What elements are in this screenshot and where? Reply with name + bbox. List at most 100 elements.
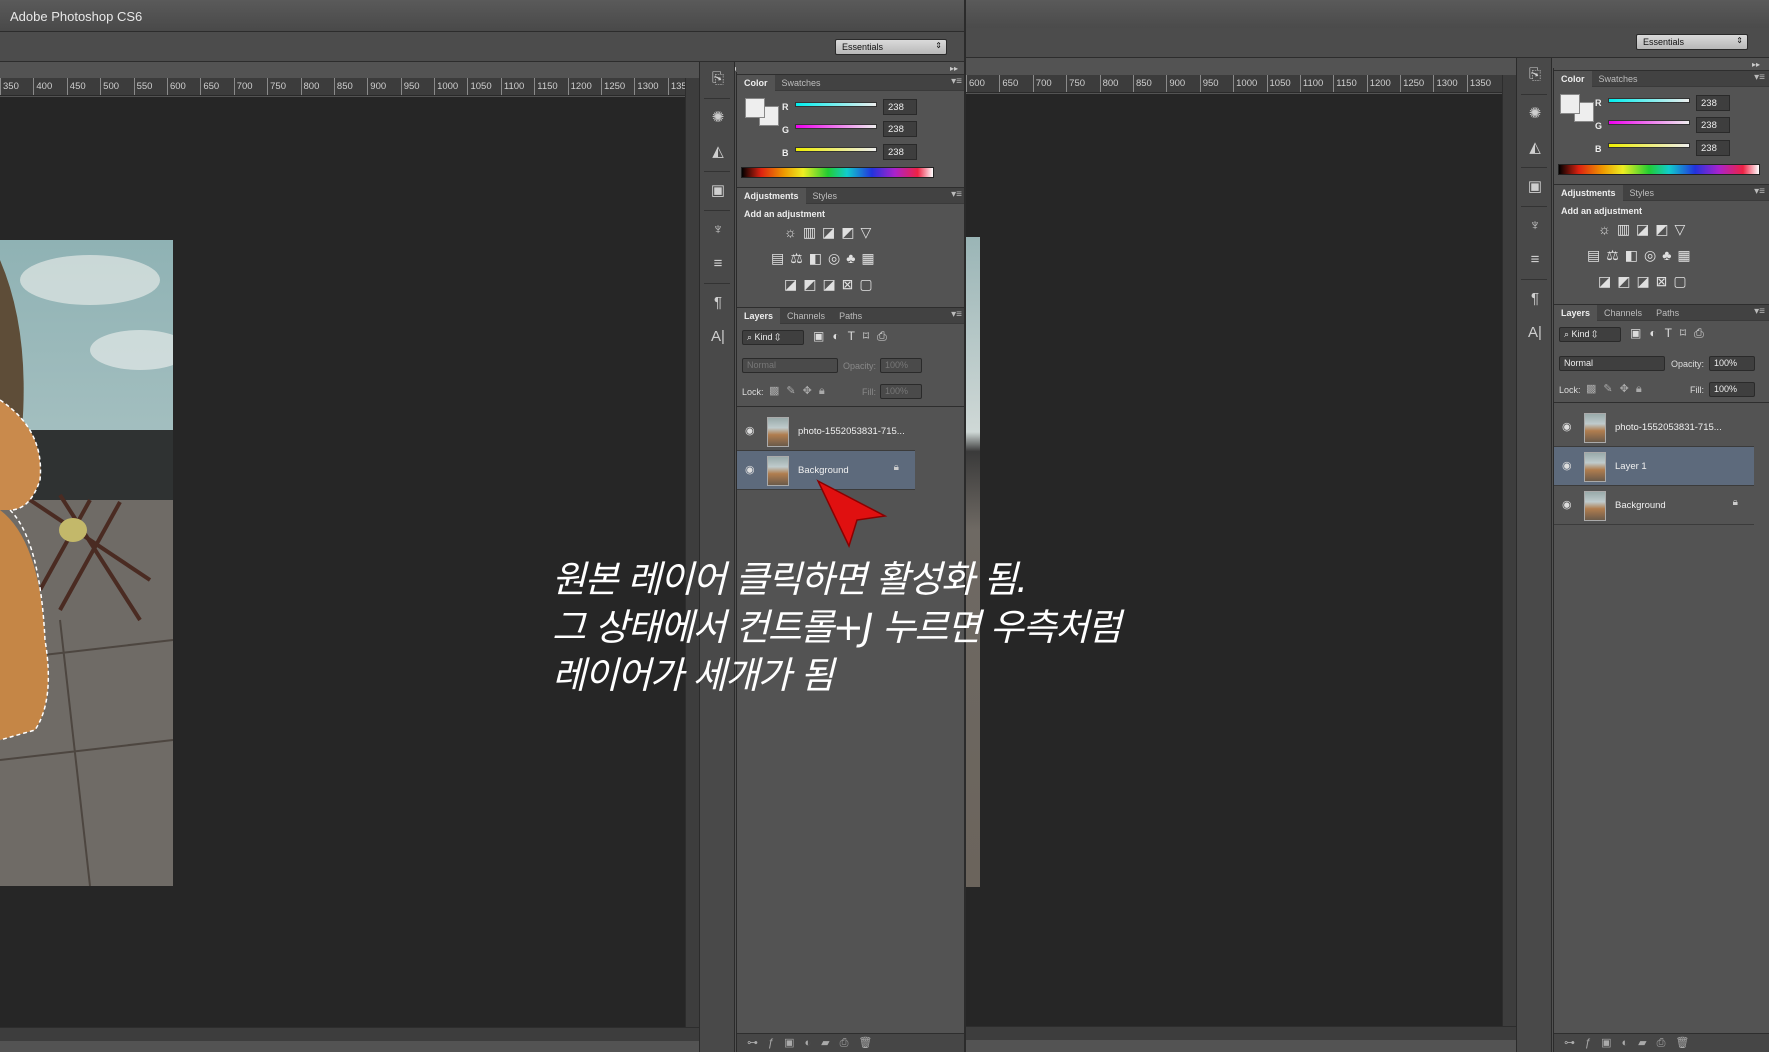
brush-presets-icon[interactable]: ♆ <box>1517 209 1553 243</box>
tab-swatches[interactable]: Swatches <box>775 75 828 92</box>
b-value-field[interactable]: 238 <box>1696 140 1730 156</box>
navigator-icon[interactable]: ✺ <box>700 101 736 135</box>
adjustment-icons-row-2[interactable]: ▤⚖◧◎♣▦ <box>771 250 881 267</box>
kind-filter-dropdown[interactable]: ⌕ Kind ⇕ <box>742 330 804 345</box>
visibility-eye-icon[interactable]: ◉ <box>745 463 755 476</box>
character-icon[interactable]: A| <box>700 320 736 354</box>
character-icon[interactable]: A| <box>1517 316 1553 350</box>
tab-paths[interactable]: Paths <box>1649 305 1686 322</box>
tab-color[interactable]: Color <box>1554 71 1592 88</box>
right-panels: Color Swatches ▾≡ R 238 G 238 B 238 Adjus… <box>1553 68 1769 1052</box>
brush-icon[interactable]: ≡ <box>1517 243 1553 277</box>
horizontal-scrollbar[interactable] <box>0 1027 700 1041</box>
fill-field[interactable]: 100% <box>1709 382 1755 397</box>
ruler-tick-label: 750 <box>267 78 300 95</box>
horizontal-scrollbar[interactable] <box>966 1026 1516 1040</box>
tab-styles[interactable]: Styles <box>1623 185 1662 202</box>
workspace-dropdown[interactable]: Essentials ⇕ <box>1636 34 1748 50</box>
r-slider[interactable] <box>1608 98 1690 103</box>
g-slider[interactable] <box>795 124 877 129</box>
blend-mode-dropdown[interactable]: Normal <box>742 358 838 373</box>
visibility-eye-icon[interactable]: ◉ <box>1562 459 1572 472</box>
paragraph-icon[interactable]: ¶ <box>700 286 736 320</box>
properties-icon[interactable]: ▣ <box>1517 170 1553 204</box>
layer-row[interactable]: ◉ photo-1552053831-715... <box>737 412 915 451</box>
tab-channels[interactable]: Channels <box>1597 305 1649 322</box>
g-value-field[interactable]: 238 <box>1696 117 1730 133</box>
foreground-color-swatch[interactable] <box>1560 94 1580 114</box>
adjustment-icons-row-2[interactable]: ▤⚖◧◎♣▦ <box>1587 247 1697 264</box>
panel-menu-icon[interactable]: ▾≡ <box>1754 306 1765 317</box>
color-panel-header: Color Swatches ▾≡ <box>1554 70 1769 88</box>
layer-filter-icons[interactable]: ▣◐T⌑⎙ <box>813 329 895 344</box>
vertical-scrollbar[interactable] <box>1502 75 1516 1026</box>
panel-menu-icon[interactable]: ▾≡ <box>1754 186 1765 197</box>
tab-swatches[interactable]: Swatches <box>1592 71 1645 88</box>
ruler-tick-label: 1100 <box>1299 75 1333 92</box>
kind-label: Kind <box>1571 329 1590 339</box>
r-value-field[interactable]: 238 <box>1696 95 1730 111</box>
b-slider[interactable] <box>795 147 877 152</box>
g-slider[interactable] <box>1608 120 1690 125</box>
adjustment-icons-row-1[interactable]: ☼▥◪◩▽ <box>784 224 877 241</box>
lock-icons[interactable]: ▩✎✥🔒︎ <box>769 384 832 398</box>
history-icon[interactable]: ⎘ <box>1517 58 1553 92</box>
properties-icon[interactable]: ▣ <box>700 174 736 208</box>
adjustment-icons-row-3[interactable]: ◪◩◪⊠▢ <box>784 276 879 293</box>
panel-menu-icon[interactable]: ▾≡ <box>951 76 962 87</box>
r-slider[interactable] <box>795 102 877 107</box>
vertical-scrollbar[interactable] <box>685 78 699 1027</box>
layer-row[interactable]: ◉ Layer 1 <box>1554 447 1754 486</box>
brush-icon[interactable]: ≡ <box>700 247 736 281</box>
tab-color[interactable]: Color <box>737 75 775 92</box>
foreground-color-swatch[interactable] <box>745 98 765 118</box>
tab-layers[interactable]: Layers <box>737 308 781 325</box>
panel-menu-icon[interactable]: ▾≡ <box>1754 72 1765 83</box>
ruler-tick-label: 1250 <box>1400 75 1433 92</box>
tab-layers[interactable]: Layers <box>1554 305 1598 322</box>
tab-channels[interactable]: Channels <box>780 308 832 325</box>
ruler-tick-label: 950 <box>1199 75 1233 92</box>
ruler-tick-label: 400 <box>33 78 66 95</box>
ruler-tick-label: 900 <box>1166 75 1199 92</box>
b-value-field[interactable]: 238 <box>883 144 917 160</box>
ruler-tick-label: 1300 <box>1433 75 1466 92</box>
layer-filter-icons[interactable]: ▣◐T⌑⎙ <box>1630 326 1712 341</box>
fill-field[interactable]: 100% <box>880 384 922 399</box>
layer-row[interactable]: ◉ photo-1552053831-715... <box>1554 408 1754 447</box>
ruler-tick-label: 350 <box>0 78 33 95</box>
opacity-field[interactable]: 100% <box>880 358 922 373</box>
b-slider[interactable] <box>1608 143 1690 148</box>
brush-presets-icon[interactable]: ♆ <box>700 213 736 247</box>
adjustment-icons-row-1[interactable]: ☼▥◪◩▽ <box>1598 221 1691 238</box>
blend-mode-dropdown[interactable]: Normal <box>1559 356 1665 371</box>
tab-paths[interactable]: Paths <box>832 308 869 325</box>
color-spectrum[interactable] <box>741 167 934 178</box>
history-icon[interactable]: ⎘ <box>700 62 736 96</box>
adjustment-icons-row-3[interactable]: ◪◩◪⊠▢ <box>1598 273 1693 290</box>
kind-filter-dropdown[interactable]: ⌕ Kind ⇕ <box>1559 327 1621 342</box>
paragraph-icon[interactable]: ¶ <box>1517 282 1553 316</box>
ruler-tick-label: 700 <box>233 78 267 95</box>
lock-label: Lock: <box>1559 385 1581 395</box>
opacity-field[interactable]: 100% <box>1709 356 1755 371</box>
tab-styles[interactable]: Styles <box>806 188 845 205</box>
tab-adjustments[interactable]: Adjustments <box>1554 185 1623 202</box>
r-label: R <box>1595 98 1602 108</box>
r-value-field[interactable]: 238 <box>883 99 917 115</box>
visibility-eye-icon[interactable]: ◉ <box>1562 420 1572 433</box>
visibility-eye-icon[interactable]: ◉ <box>745 424 755 437</box>
dock-separator <box>1521 279 1547 280</box>
g-value-field[interactable]: 238 <box>883 121 917 137</box>
color-spectrum[interactable] <box>1558 164 1760 175</box>
lock-icons[interactable]: ▩✎✥🔒︎ <box>1586 382 1649 396</box>
workspace-dropdown[interactable]: Essentials ⇕ <box>835 39 947 55</box>
tab-adjustments[interactable]: Adjustments <box>737 188 806 205</box>
layer-row[interactable]: ◉ Background 🔒︎ <box>1554 486 1754 525</box>
visibility-eye-icon[interactable]: ◉ <box>1562 498 1572 511</box>
navigator-icon[interactable]: ✺ <box>1517 97 1553 131</box>
panel-menu-icon[interactable]: ▾≡ <box>951 189 962 200</box>
histogram-icon[interactable]: ◭ <box>700 135 736 169</box>
histogram-icon[interactable]: ◭ <box>1517 131 1553 165</box>
panel-menu-icon[interactable]: ▾≡ <box>951 309 962 320</box>
